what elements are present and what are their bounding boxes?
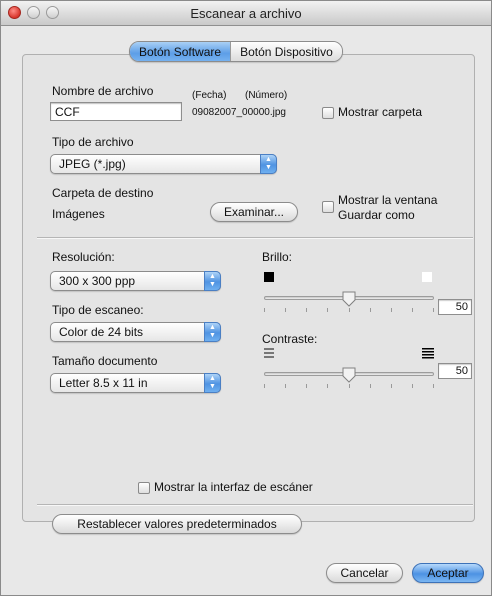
show-scanner-interface-label: Mostrar la interfaz de escáner: [154, 480, 313, 494]
contrast-label: Contraste:: [262, 332, 318, 346]
title-bar: Escanear a archivo: [1, 1, 491, 26]
file-name-field[interactable]: CCF: [50, 102, 182, 121]
date-caption: (Fecha): [192, 90, 227, 101]
document-size-popup[interactable]: Letter 8.5 x 11 in ▲ ▼: [50, 373, 221, 393]
show-save-as-label: Mostrar la ventana Guardar como: [338, 193, 437, 223]
contrast-value-field[interactable]: 50: [438, 363, 472, 379]
contrast-low-icon: [264, 348, 274, 358]
contrast-slider-thumb[interactable]: [342, 367, 356, 383]
show-save-as-checkbox[interactable]: [322, 201, 334, 213]
tab-device-button[interactable]: Botón Dispositivo: [230, 42, 342, 61]
brightness-value-field[interactable]: 50: [438, 299, 472, 315]
popup-arrows-icon: ▲ ▼: [204, 373, 221, 393]
show-scanner-interface-checkbox[interactable]: [138, 482, 150, 494]
brightness-light-icon: [422, 272, 432, 282]
show-folder-checkbox[interactable]: [322, 107, 334, 119]
show-save-as-line1: Mostrar la ventana: [338, 193, 438, 207]
scan-type-value: Color de 24 bits: [59, 325, 144, 339]
popup-arrows-icon: ▲ ▼: [204, 322, 221, 342]
cancel-button[interactable]: Cancelar: [326, 563, 403, 583]
file-type-popup[interactable]: JPEG (*.jpg) ▲ ▼: [50, 154, 277, 174]
destination-folder-value: Imágenes: [52, 207, 105, 221]
destination-folder-label: Carpeta de destino: [52, 186, 154, 200]
bottom-divider: [37, 504, 473, 506]
file-type-label: Tipo de archivo: [52, 135, 134, 149]
brightness-slider-thumb[interactable]: [342, 291, 356, 307]
popup-arrows-icon: ▲ ▼: [204, 271, 221, 291]
resolution-value: 300 x 300 ppp: [59, 274, 136, 288]
accept-button[interactable]: Aceptar: [412, 563, 484, 583]
document-size-label: Tamaño documento: [52, 354, 158, 368]
number-caption: (Número): [245, 90, 288, 101]
show-folder-label: Mostrar carpeta: [338, 105, 423, 119]
file-name-label: Nombre de archivo: [52, 84, 154, 98]
scan-type-label: Tipo de escaneo:: [52, 303, 144, 317]
document-size-value: Letter 8.5 x 11 in: [59, 376, 148, 390]
scan-type-popup[interactable]: Color de 24 bits ▲ ▼: [50, 322, 221, 342]
tab-bar: Botón Software Botón Dispositivo: [129, 41, 343, 62]
resolution-popup[interactable]: 300 x 300 ppp ▲ ▼: [50, 271, 221, 291]
resolution-label: Resolución:: [52, 250, 115, 264]
brightness-label: Brillo:: [262, 250, 293, 264]
generated-file-name: 09082007_00000.jpg: [192, 107, 286, 118]
contrast-ticks: [264, 384, 434, 388]
show-save-as-line2: Guardar como: [338, 208, 415, 222]
brightness-ticks: [264, 308, 434, 312]
popup-arrows-icon: ▲ ▼: [260, 154, 277, 174]
restore-defaults-button[interactable]: Restablecer valores predeterminados: [52, 514, 302, 534]
file-type-value: JPEG (*.jpg): [59, 157, 126, 171]
tab-software-button[interactable]: Botón Software: [130, 42, 231, 61]
brightness-dark-icon: [264, 272, 274, 282]
contrast-high-icon: [422, 348, 434, 359]
window-title: Escanear a archivo: [190, 6, 302, 21]
scan-to-file-dialog: Escanear a archivo Botón Software Botón …: [0, 0, 492, 596]
section-divider: [37, 237, 473, 239]
browse-button[interactable]: Examinar...: [210, 202, 298, 222]
